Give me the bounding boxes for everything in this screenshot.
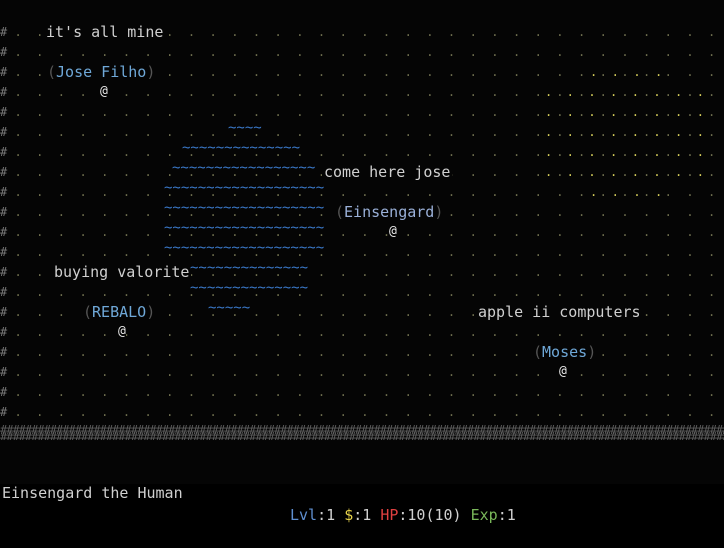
avatar-moses[interactable]: @ xyxy=(559,362,567,382)
water-tile: ~~~~~~~~~~~~~~ xyxy=(182,140,301,156)
water-tile: ~~~~~~~~~~~~~~~~~~~ xyxy=(164,200,325,216)
hp-label: HP xyxy=(380,506,399,524)
map-floor-row: # . . . . . . . . . . . . . . . . . . . … xyxy=(0,182,724,202)
water-tile: ~~~~~~~~~~~~~~~~~~~ xyxy=(164,240,325,256)
lit-floor: . . . . . . . . xyxy=(545,165,719,179)
water-tile: ~~~~~ xyxy=(208,300,251,316)
map-floor-row: # . . . . . . . . . . . . . . . . . . . … xyxy=(0,102,724,122)
map-floor-row: # . . . . . . . . . . . . . . . . . . . … xyxy=(0,142,724,162)
map-floor-row: # . . . . . . . . . . . . . . . . . . . … xyxy=(0,345,716,359)
map-floor-row: # . . . . . . . . . . . . . . . . . . . … xyxy=(0,365,716,379)
player-title: Einsengard the Human xyxy=(2,484,183,502)
water-tile: ~~~~~~~~~~~~~~~~~~~ xyxy=(164,180,325,196)
lit-floor: . . . . xyxy=(590,65,677,79)
water-tile: ~~~~~~~~~~~~~~~~~~~ xyxy=(164,220,325,236)
exp-value: 1 xyxy=(506,506,516,524)
water-tile: ~~~~~~~~~~~~~~ xyxy=(190,260,309,276)
lit-floor: . . . . . . . . xyxy=(545,145,719,159)
water-tile: ~~~~ xyxy=(228,120,262,136)
lit-floor: . . . . . . . . xyxy=(545,105,719,119)
character-name-jose-filho[interactable]: (Jose Filho) xyxy=(46,62,157,82)
speech-come-here-jose: come here jose xyxy=(322,162,453,182)
player-stats: Lvl:1 $:1 HP:10(10) Exp:1 xyxy=(290,506,516,524)
character-name-rebalo[interactable]: (REBALO) xyxy=(82,302,157,322)
map-floor-row: # . . . . . . . . . . . . . . . . . . . … xyxy=(0,82,724,102)
wall-border: ########################################… xyxy=(0,430,724,440)
avatar-rebalo[interactable]: @ xyxy=(118,322,126,342)
character-name-einsengard[interactable]: (Einsengard) xyxy=(334,202,445,222)
map-floor-row: # . . . . . . . . . . . . . . . . . . . … xyxy=(0,225,716,239)
gold-value: 1 xyxy=(362,506,372,524)
game-screen[interactable]: # . . . . . . . . . . . . . . . . . . . … xyxy=(0,0,724,524)
map-floor-row: # . . . . . . . . . . . . . . . . . . . … xyxy=(0,325,716,339)
avatar-einsengard-player[interactable]: @ xyxy=(389,222,397,242)
gold-label: $ xyxy=(344,506,354,524)
character-name-moses[interactable]: (Moses) xyxy=(532,342,598,362)
level-value: 1 xyxy=(326,506,336,524)
lit-floor: . . . . . . . . xyxy=(545,125,719,139)
lit-floor: . . . . xyxy=(590,185,677,199)
speech-its-all-mine: it's all mine xyxy=(44,22,166,42)
map-floor-row: # . . . . . . . . . . . . . . . . . . . … xyxy=(0,122,724,142)
level-label: Lvl xyxy=(290,506,318,524)
water-tile: ~~~~~~~~~~~~~~~~~ xyxy=(172,160,316,176)
speech-apple-ii-computers: apple ii computers xyxy=(476,302,643,322)
exp-label: Exp xyxy=(470,506,498,524)
map-floor-row: # . . . . . . . . . . . . . . . . . . . … xyxy=(0,285,716,299)
water-tile: ~~~~~~~~~~~~~~ xyxy=(190,280,309,296)
hp-value: 10(10) xyxy=(407,506,462,524)
status-line: Einsengard the Human Lvl:1 $:1 HP:10(10)… xyxy=(0,460,724,524)
lit-floor: . . . . . . . . xyxy=(545,85,719,99)
map-floor-row: # . . . . . . . . . . . . . . . . . . . … xyxy=(0,45,716,59)
map-floor-row: # . . . . . . . . . . . . . . . . . . . … xyxy=(0,385,716,399)
avatar-jose-filho[interactable]: @ xyxy=(100,82,108,102)
speech-buying-valorite: buying valorite xyxy=(52,262,192,282)
map-floor-row: # . . . . . . . . . . . . . . . . . . . … xyxy=(0,245,716,259)
map-floor-row: # . . . . . . . . . . . . . . . . . . . … xyxy=(0,405,716,419)
